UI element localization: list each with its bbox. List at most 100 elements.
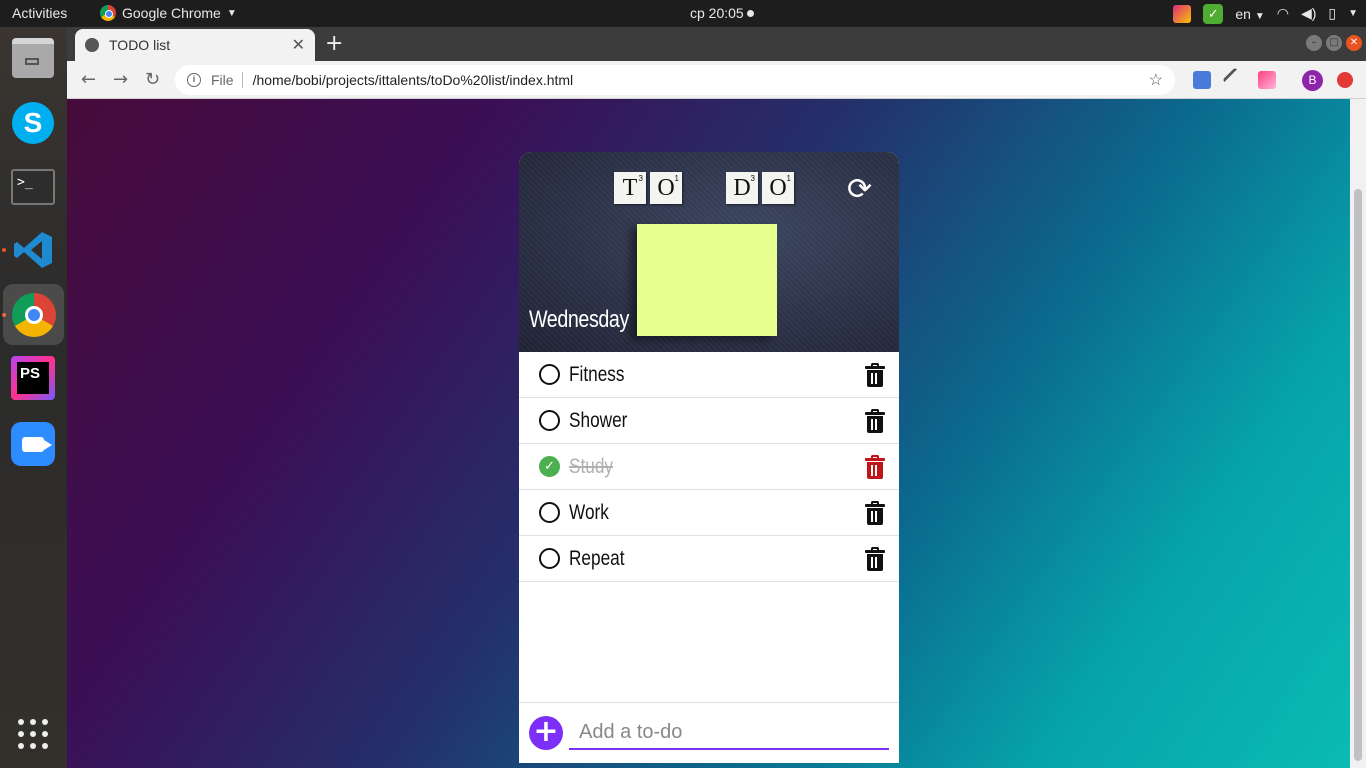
todo-card: T3 O1 D3 O1 ⟳ Wednesday Fitness Shower ✓ St… <box>519 152 899 763</box>
add-todo-row: + <box>519 702 899 763</box>
dock: S >_ PS <box>0 27 67 768</box>
trash-icon[interactable] <box>865 362 885 387</box>
trash-icon[interactable] <box>865 454 885 479</box>
app-menu-label: Google Chrome <box>122 5 221 21</box>
todo-item[interactable]: Fitness <box>519 352 899 398</box>
wifi-icon[interactable]: ◠ <box>1277 5 1289 22</box>
trash-icon[interactable] <box>865 408 885 433</box>
system-top-bar: Activities Google Chrome ▼ ср 20:05 ✓ en… <box>0 0 1366 27</box>
eyedropper-extension-icon[interactable] <box>1222 67 1248 93</box>
profile-avatar[interactable]: B <box>1302 70 1323 91</box>
info-icon[interactable]: i <box>187 73 201 87</box>
volume-icon[interactable]: ◀) <box>1301 5 1316 22</box>
address-bar[interactable]: i File /home/bobi/projects/ittalents/toD… <box>175 65 1175 95</box>
browser-window: TODO list ✕ + – □ ✕ ← → ↻ i File /home/b… <box>67 27 1366 768</box>
clock-label: ср 20:05 <box>690 5 744 21</box>
clock[interactable]: ср 20:05 <box>690 5 754 21</box>
todo-text: Repeat <box>569 546 625 570</box>
todo-item[interactable]: ✓ Study <box>519 444 899 490</box>
check-indicator-icon[interactable]: ✓ <box>1203 3 1224 24</box>
notification-dot-icon <box>746 10 754 17</box>
tile-score: 3 <box>638 174 643 183</box>
zoom-icon[interactable] <box>8 419 58 469</box>
scrollbar[interactable] <box>1350 99 1366 768</box>
circle-checkbox-icon[interactable] <box>539 502 560 523</box>
show-apps-icon[interactable] <box>8 709 58 759</box>
refresh-icon[interactable]: ⟳ <box>847 172 872 207</box>
maximize-icon[interactable]: □ <box>1326 35 1342 51</box>
tile-score: 1 <box>674 174 679 183</box>
close-window-icon[interactable]: ✕ <box>1346 35 1362 51</box>
title-tile: O1 <box>762 172 794 204</box>
bookmark-star-icon[interactable]: ☆ <box>1149 70 1163 90</box>
chevron-down-icon: ▼ <box>1254 10 1265 22</box>
trash-icon[interactable] <box>865 546 885 571</box>
circle-checkbox-icon[interactable] <box>539 548 560 569</box>
tile-letter: O <box>657 174 675 201</box>
todo-item[interactable]: Shower <box>519 398 899 444</box>
chrome-icon <box>100 5 116 21</box>
todo-item[interactable]: Work <box>519 490 899 536</box>
app-menu[interactable]: Google Chrome ▼ <box>100 5 237 21</box>
todo-text: Work <box>569 500 609 524</box>
cube-app-indicator-icon[interactable] <box>1173 4 1192 23</box>
terminal-icon[interactable]: >_ <box>8 162 58 212</box>
forward-arrow-icon[interactable]: → <box>113 69 128 90</box>
running-indicator <box>2 248 6 252</box>
system-tray: ✓ en ▼ ◠ ◀) ▯ ▼ <box>1173 2 1358 25</box>
window-controls: – □ ✕ <box>1306 35 1362 51</box>
add-todo-input[interactable] <box>569 716 889 750</box>
card-header: T3 O1 D3 O1 ⟳ Wednesday <box>519 152 899 352</box>
new-tab-button[interactable]: + <box>325 31 343 56</box>
chrome-icon[interactable] <box>3 284 64 345</box>
chevron-down-icon[interactable]: ▼ <box>1348 8 1358 19</box>
tile-letter: O <box>769 174 787 201</box>
battery-icon[interactable]: ▯ <box>1328 5 1336 22</box>
phpstorm-icon[interactable]: PS <box>8 353 58 403</box>
tab-strip: TODO list ✕ + – □ ✕ <box>67 27 1366 61</box>
color-extension-icon[interactable] <box>1258 71 1276 89</box>
title-tile: O1 <box>650 172 682 204</box>
add-todo-button[interactable]: + <box>529 716 563 750</box>
update-icon[interactable] <box>1337 72 1353 88</box>
skype-icon[interactable]: S <box>8 98 58 148</box>
divider <box>241 72 243 88</box>
language-label: en <box>1235 5 1251 22</box>
tab-todo-list[interactable]: TODO list ✕ <box>75 29 315 61</box>
vscode-icon[interactable] <box>8 225 58 275</box>
title-tile: T3 <box>614 172 646 204</box>
day-label: Wednesday <box>529 306 629 333</box>
scrollbar-thumb[interactable] <box>1354 189 1362 761</box>
activities-button[interactable]: Activities <box>12 5 67 21</box>
globe-icon <box>85 38 99 52</box>
todo-item[interactable]: Repeat <box>519 536 899 582</box>
todo-text: Fitness <box>569 362 625 386</box>
back-arrow-icon[interactable]: ← <box>81 69 96 90</box>
close-tab-icon[interactable]: ✕ <box>292 35 305 55</box>
url-scheme: File <box>211 72 234 88</box>
minimize-icon[interactable]: – <box>1306 35 1322 51</box>
todo-list: Fitness Shower ✓ Study Work Repeat <box>519 352 899 582</box>
todo-text: Study <box>569 454 614 478</box>
circle-checkbox-icon[interactable] <box>539 364 560 385</box>
browser-toolbar: ← → ↻ i File /home/bobi/projects/ittalen… <box>67 61 1366 99</box>
trash-icon[interactable] <box>865 500 885 525</box>
title-tile: D3 <box>726 172 758 204</box>
title-tiles-to: T3 O1 <box>614 172 682 204</box>
tile-score: 1 <box>786 174 791 183</box>
checked-circle-icon[interactable]: ✓ <box>539 456 560 477</box>
todo-text: Shower <box>569 408 628 432</box>
tile-letter: T <box>622 174 638 201</box>
tile-letter: D <box>733 174 751 201</box>
files-icon[interactable] <box>8 33 58 83</box>
sticky-note <box>637 224 777 336</box>
reload-icon[interactable]: ↻ <box>145 69 160 90</box>
tab-title: TODO list <box>109 37 171 53</box>
page-background: T3 O1 D3 O1 ⟳ Wednesday Fitness Shower ✓ St… <box>67 99 1350 768</box>
translate-extension-icon[interactable] <box>1193 71 1211 89</box>
url-text: /home/bobi/projects/ittalents/toDo%20lis… <box>252 72 574 88</box>
chevron-down-icon: ▼ <box>226 7 237 19</box>
circle-checkbox-icon[interactable] <box>539 410 560 431</box>
tile-score: 3 <box>750 174 755 183</box>
language-indicator[interactable]: en ▼ <box>1235 6 1264 22</box>
